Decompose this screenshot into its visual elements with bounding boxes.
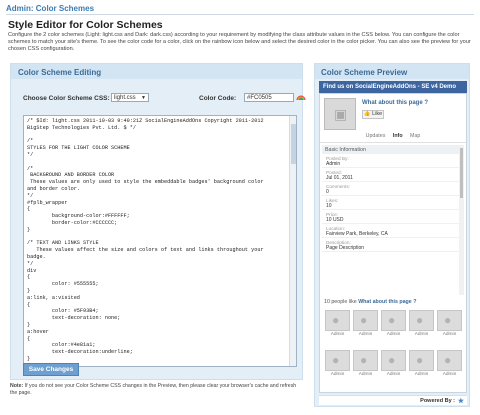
editor-heading: Color Scheme Editing [11, 64, 302, 79]
user-silhouette-icon: ● [388, 353, 396, 367]
user-silhouette-icon: ● [444, 313, 452, 327]
avatar-name: Admin [330, 332, 345, 337]
info-row: Posted: Jul 01, 2011 [322, 168, 462, 182]
avatar-image: ● [437, 310, 462, 331]
info-row: Location: Fairview Park, Berkeley, CA [322, 224, 462, 238]
powered-by: Powered By : ★ [319, 395, 467, 405]
badge-widget: ▣ What about this page ? 👍 Like Updates … [319, 93, 467, 393]
info-heading: Basic Information [322, 145, 462, 154]
avatar[interactable]: ● Admin [437, 350, 462, 379]
avatar-image: ● [409, 350, 434, 371]
info-row: Posted By: Admin [322, 154, 462, 168]
user-silhouette-icon: ● [360, 313, 368, 327]
avatar-name: Admin [358, 332, 373, 337]
avatar[interactable]: ● Admin [353, 350, 378, 379]
avatar-name: Admin [442, 332, 457, 337]
avatar[interactable]: ● Admin [353, 310, 378, 339]
avatar-image: ● [325, 310, 350, 331]
avatar[interactable]: ● Admin [381, 350, 406, 379]
avatar-image: ● [353, 350, 378, 371]
avatar-image: ● [437, 350, 462, 371]
page-title: Style Editor for Color Schemes [8, 19, 163, 31]
avatar-image: ● [325, 350, 350, 371]
scheme-select-value: light.css [114, 95, 136, 101]
css-editor-textarea[interactable]: /* $Id: light.css 2011-10-03 9:40:21Z So… [23, 115, 297, 367]
choose-scheme-label: Choose Color Scheme CSS: [23, 95, 110, 102]
color-code-input[interactable]: #FC0505 [244, 93, 294, 102]
note-text: Note: If you do not see your Color Schem… [10, 383, 300, 397]
widget-title[interactable]: What about this page ? [362, 100, 428, 106]
likes-count: 10 people like [324, 299, 357, 305]
info-row: Likes: 10 [322, 196, 462, 210]
avatar-name: Admin [358, 372, 373, 377]
info-row: Comments: 0 [322, 182, 462, 196]
editor-panel: Color Scheme Editing Choose Color Scheme… [10, 63, 306, 380]
image-placeholder-icon: ▣ [334, 106, 348, 122]
editor-scrollbar[interactable] [289, 116, 296, 366]
thumbs-up-icon: 👍 [363, 111, 371, 117]
user-silhouette-icon: ● [388, 313, 396, 327]
user-silhouette-icon: ● [416, 353, 424, 367]
avatar-name: Admin [442, 372, 457, 377]
avatar[interactable]: ● Admin [381, 310, 406, 339]
widget-tabs: Updates Info Map [320, 133, 466, 143]
user-silhouette-icon: ● [360, 353, 368, 367]
info-row: Description: Page Description [322, 238, 462, 252]
css-text: /* $Id: light.css 2011-10-03 9:40:21Z So… [27, 118, 264, 362]
tab-info[interactable]: Info [393, 133, 403, 139]
user-silhouette-icon: ● [332, 313, 340, 327]
note-body: If you do not see your Color Scheme CSS … [10, 383, 297, 396]
like-button[interactable]: 👍 Like [362, 110, 384, 119]
breadcrumb[interactable]: Admin: Color Schemes [6, 4, 94, 13]
like-label: Like [372, 111, 383, 117]
avatar-name: Admin [330, 372, 345, 377]
avatar[interactable]: ● Admin [409, 310, 434, 339]
avatar-image: ● [381, 350, 406, 371]
info-row: Price: 10 USD [322, 210, 462, 224]
tab-map[interactable]: Map [410, 133, 420, 139]
avatar[interactable]: ● Admin [409, 350, 434, 379]
avatar-image: ● [409, 310, 434, 331]
color-code-label: Color Code: [199, 95, 237, 102]
info-scrollbar[interactable] [459, 145, 464, 295]
save-changes-button[interactable]: Save Changes [23, 363, 79, 376]
page-description: Configure the 2 color schemes (Light: li… [8, 32, 471, 53]
avatar-image: ● [353, 310, 378, 331]
preview-heading: Color Scheme Preview [315, 64, 469, 79]
rainbow-icon[interactable] [296, 92, 306, 102]
avatar-name: Admin [386, 372, 401, 377]
find-us-bar[interactable]: Find us on SocialEngineAddOns - SE v4 De… [319, 81, 467, 93]
page-thumbnail: ▣ [324, 98, 356, 130]
preview-panel: Color Scheme Preview Find us on SocialEn… [314, 63, 470, 407]
avatar-name: Admin [414, 372, 429, 377]
likes-summary: 10 people like What about this page ? [324, 299, 416, 305]
likes-page-link[interactable]: What about this page ? [358, 299, 416, 305]
user-silhouette-icon: ● [332, 353, 340, 367]
avatar-image: ● [381, 310, 406, 331]
note-label: Note: [10, 383, 24, 389]
powered-by-label: Powered By : [420, 398, 455, 404]
chevron-down-icon: ▼ [141, 95, 146, 101]
scheme-select[interactable]: light.css ▼ [111, 93, 149, 102]
breadcrumb-divider [6, 14, 474, 15]
avatar-name: Admin [414, 332, 429, 337]
avatar[interactable]: ● Admin [437, 310, 462, 339]
tab-updates[interactable]: Updates [366, 133, 386, 139]
avatar-name: Admin [386, 332, 401, 337]
user-silhouette-icon: ● [416, 313, 424, 327]
user-silhouette-icon: ● [444, 353, 452, 367]
star-logo-icon[interactable]: ★ [458, 397, 464, 405]
info-list: Basic Information Posted By: Admin Posted… [322, 145, 462, 295]
avatar[interactable]: ● Admin [325, 310, 350, 339]
avatar[interactable]: ● Admin [325, 350, 350, 379]
